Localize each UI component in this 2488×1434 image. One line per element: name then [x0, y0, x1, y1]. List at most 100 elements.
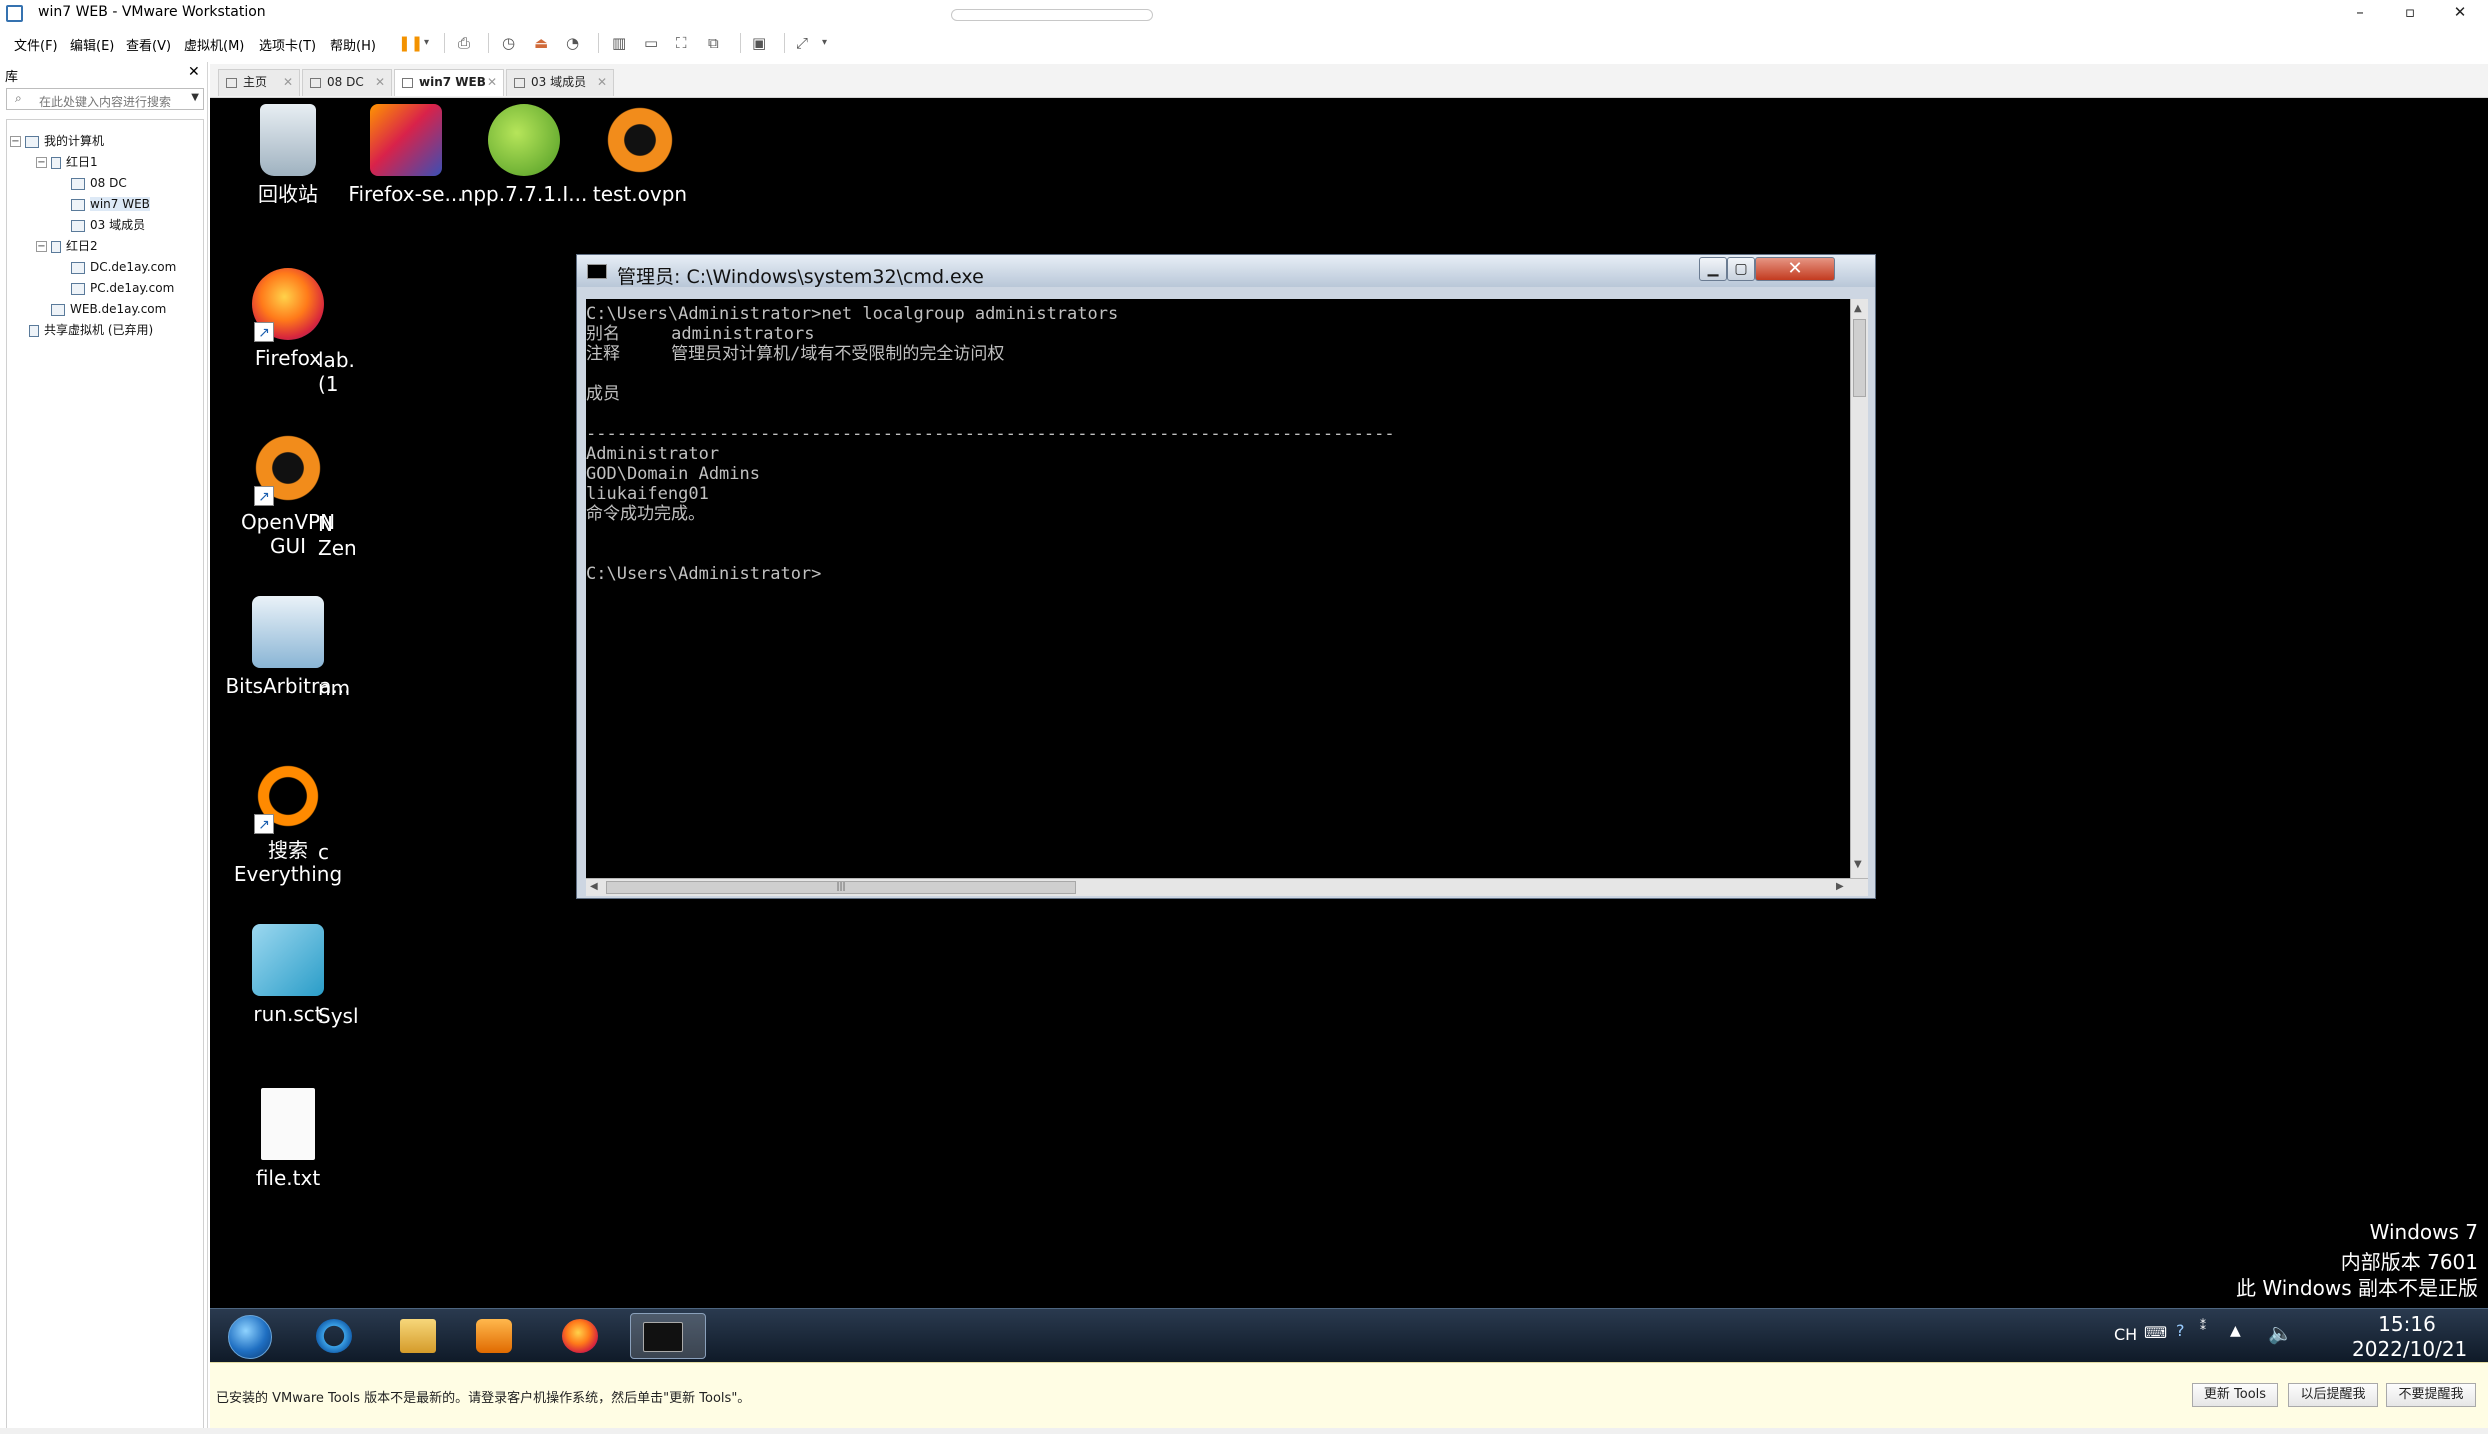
cmd-window[interactable]: 管理员: C:\Windows\system32\cmd.exe ▁ ▢ ✕ C… — [576, 254, 1876, 899]
recycle-bin-icon — [260, 104, 316, 176]
clock-date[interactable]: 2022/10/21 — [2352, 1336, 2467, 1362]
taskbar-media-player[interactable] — [462, 1313, 526, 1359]
cmd-horizontal-scrollbar[interactable]: ◀ ||| ▶ — [586, 878, 1868, 896]
cmd-maximize-button[interactable]: ▢ — [1727, 257, 1755, 281]
send-keys-icon[interactable]: ⎙ — [458, 33, 470, 53]
partial-icon-label: lab. — [318, 348, 355, 372]
keyboard-icon[interactable]: ⌨ — [2144, 1323, 2167, 1342]
remind-later-button[interactable]: 以后提醒我 — [2288, 1383, 2378, 1407]
library-search-input[interactable]: ⌕ 在此处键入内容进行搜索 ▼ — [6, 88, 204, 110]
volume-icon[interactable]: 🔈 — [2268, 1321, 2293, 1345]
snapshot-icon[interactable]: ◷ — [502, 33, 515, 53]
menu-file[interactable]: 文件(F) — [14, 35, 58, 54]
close-icon[interactable]: ✕ — [283, 70, 293, 95]
pause-icon[interactable]: ❚❚ — [398, 33, 423, 53]
desktop-icon-everything[interactable]: ↗ 搜索 Everything — [224, 760, 352, 886]
desktop-icon-firefox-setup[interactable]: Firefox-se... — [342, 104, 470, 206]
menu-vm[interactable]: 虚拟机(M) — [184, 35, 244, 54]
desktop-icon-file-txt[interactable]: file.txt — [224, 1088, 352, 1190]
tab-03-member[interactable]: 03 域成员 ✕ — [506, 69, 614, 96]
vm-icon — [71, 198, 85, 211]
taskbar-cmd[interactable] — [630, 1313, 706, 1359]
update-tools-button[interactable]: 更新 Tools — [2192, 1383, 2278, 1407]
cmd-close-button[interactable]: ✕ — [1755, 257, 1835, 281]
console-line: 别名 administrators — [586, 324, 815, 344]
cmd-title-bar[interactable]: 管理员: C:\Windows\system32\cmd.exe ▁ ▢ ✕ — [577, 255, 1875, 288]
chevron-down-icon[interactable]: ▼ — [191, 92, 199, 103]
help-icon[interactable]: ? — [2176, 1321, 2185, 1340]
stretch-view-icon[interactable]: ⤢ — [796, 33, 808, 53]
title-search-pill[interactable] — [951, 9, 1153, 21]
close-icon[interactable]: ✕ — [375, 70, 385, 95]
menu-view[interactable]: 查看(V) — [126, 35, 171, 54]
thumbnail-bar-icon[interactable]: ▭ — [644, 33, 658, 53]
scroll-right-icon[interactable]: ▶ — [1836, 881, 1844, 892]
guest-desktop[interactable]: 回收站 Firefox-se... npp.7.7.1.I... test.ov… — [210, 98, 2488, 1362]
menu-edit[interactable]: 编辑(E) — [70, 35, 114, 54]
collapse-icon[interactable]: − — [10, 136, 21, 147]
close-icon[interactable]: ✕ — [487, 70, 497, 95]
cmd-console-output[interactable]: C:\Users\Administrator>net localgroup ad… — [586, 299, 1850, 878]
desktop-icon-npp[interactable]: npp.7.7.1.I... — [460, 104, 588, 206]
close-icon[interactable]: ✕ — [597, 70, 607, 95]
tree-node-my-computer[interactable]: − 我的计算机 — [10, 132, 104, 150]
desktop-icon-test-ovpn[interactable]: test.ovpn — [576, 104, 704, 206]
unity-icon[interactable]: ⧉ — [708, 33, 719, 53]
scroll-up-icon[interactable]: ▲ — [1854, 303, 1862, 314]
tab-win7-web[interactable]: win7 WEB ✕ — [394, 69, 504, 96]
console-view-icon[interactable]: ▣ — [752, 33, 766, 53]
vmware-status-bar — [0, 1428, 2488, 1434]
cmd-icon — [643, 1322, 683, 1352]
library-panel: 库 ✕ ⌕ 在此处键入内容进行搜索 ▼ − 我的计算机 − 红日1 08 DC wi… — [0, 62, 208, 1431]
snapshot-manager-icon[interactable]: ◔ — [566, 33, 579, 53]
collapse-icon[interactable]: − — [36, 241, 47, 252]
language-indicator[interactable]: CH — [2114, 1325, 2137, 1344]
desktop-icon-recycle-bin[interactable]: 回收站 — [224, 104, 352, 206]
watermark-build: 内部版本 7601 — [2340, 1250, 2478, 1274]
chevron-down-icon[interactable]: ▾ — [424, 33, 429, 53]
tree-node-shared-vms[interactable]: 共享虚拟机 (已弃用) — [29, 321, 153, 339]
maximize-button[interactable]: ▫ — [2385, 0, 2435, 27]
library-close-icon[interactable]: ✕ — [188, 64, 200, 80]
collapse-icon[interactable]: − — [36, 157, 47, 168]
firefox-icon — [562, 1319, 598, 1353]
scroll-down-icon[interactable]: ▼ — [1854, 859, 1862, 870]
library-title: 库 — [5, 70, 19, 85]
close-button[interactable]: ✕ — [2435, 0, 2485, 27]
revert-snapshot-icon[interactable]: ⏏ — [534, 33, 548, 53]
tree-node-dc-de1ay[interactable]: DC.de1ay.com — [71, 258, 176, 276]
sidebar-toggle-icon[interactable]: ▥ — [612, 33, 626, 53]
dont-remind-button[interactable]: 不要提醒我 — [2386, 1383, 2476, 1407]
clock-time[interactable]: 15:16 — [2352, 1311, 2462, 1337]
menu-help[interactable]: 帮助(H) — [330, 35, 376, 54]
tree-node-pc-de1ay[interactable]: PC.de1ay.com — [71, 279, 174, 297]
tree-node-win7-web[interactable]: win7 WEB — [71, 195, 150, 213]
tree-node-web-de1ay[interactable]: WEB.de1ay.com — [51, 300, 166, 318]
cmd-vertical-scrollbar[interactable]: ▲ ▼ — [1850, 299, 1868, 878]
windows-orb-icon — [228, 1315, 272, 1359]
network-icon[interactable]: ⁑ — [2200, 1319, 2206, 1333]
menu-tabs[interactable]: 选项卡(T) — [259, 35, 316, 54]
tree-node-08-dc[interactable]: 08 DC — [71, 174, 127, 192]
media-player-icon — [476, 1319, 512, 1353]
scrollbar-thumb[interactable] — [1853, 319, 1866, 397]
start-button[interactable] — [218, 1313, 282, 1359]
minimize-button[interactable]: – — [2335, 0, 2385, 27]
toolbar-separator — [740, 33, 741, 53]
chevron-down-icon[interactable]: ▾ — [822, 33, 827, 53]
taskbar-explorer[interactable] — [386, 1313, 450, 1359]
taskbar-firefox[interactable] — [548, 1313, 612, 1359]
tab-08-dc[interactable]: 08 DC ✕ — [302, 69, 392, 96]
tab-home[interactable]: 主页 ✕ — [218, 69, 300, 96]
cmd-minimize-button[interactable]: ▁ — [1699, 257, 1727, 281]
fullscreen-icon[interactable]: ⛶ — [676, 33, 687, 53]
tree-node-03-member[interactable]: 03 域成员 — [71, 216, 145, 234]
taskbar-ie[interactable] — [302, 1313, 366, 1359]
tree-node-hongri2[interactable]: − 红日2 — [36, 237, 98, 255]
openvpn-icon: ↗ — [252, 432, 324, 506]
vm-icon — [71, 219, 85, 232]
tree-node-hongri1[interactable]: − 红日1 — [36, 153, 98, 171]
show-hidden-icons[interactable]: ▲ — [2230, 1323, 2241, 1339]
scroll-left-icon[interactable]: ◀ — [590, 881, 598, 892]
scrollbar-thumb[interactable]: ||| — [606, 881, 1076, 894]
